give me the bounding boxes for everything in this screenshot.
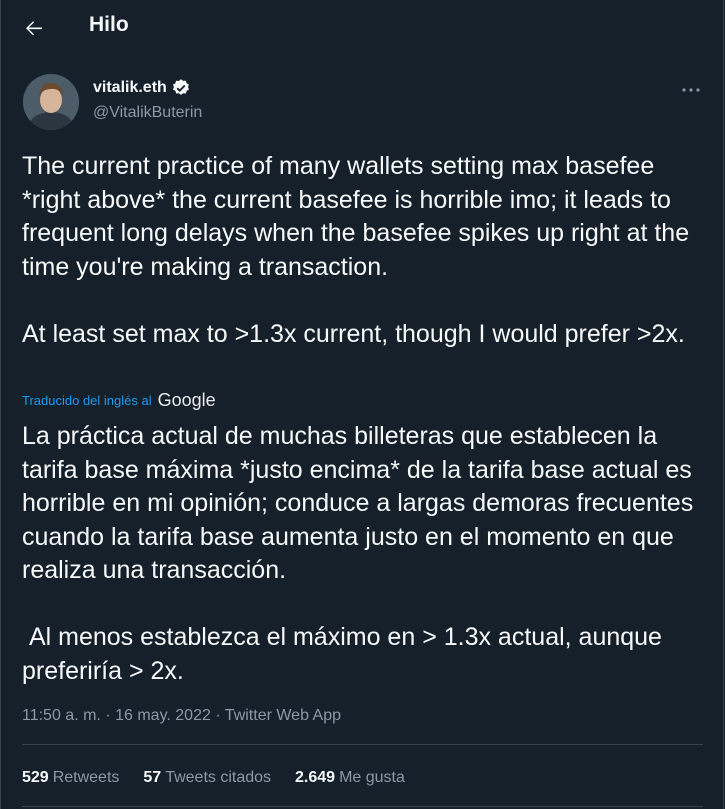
verified-badge-icon [172, 79, 189, 95]
quotes-label: Tweets citados [165, 769, 272, 786]
retweets-label: Retweets [52, 769, 120, 786]
avatar[interactable] [23, 74, 79, 130]
tweet-text: The current practice of many wallets set… [22, 152, 690, 348]
avatar-image [23, 74, 79, 130]
translated-text: La práctica actual de muchas billeteras … [22, 422, 694, 685]
author-handle[interactable]: @VitalikButerin [93, 104, 202, 122]
translated-label[interactable]: Traducido del inglés al [22, 393, 152, 408]
likes-count: 2.649 [295, 769, 336, 786]
divider [22, 806, 703, 807]
back-button[interactable] [22, 16, 46, 40]
likes-label: Me gusta [339, 769, 405, 786]
thread-header: Hilo [0, 0, 725, 53]
page-title: Hilo [89, 13, 129, 36]
meta-separator: · [215, 707, 221, 724]
retweets-count: 529 [22, 769, 49, 786]
tweet-source[interactable]: Twitter Web App [225, 707, 341, 724]
retweets-stat[interactable]: 529 Retweets [22, 769, 119, 787]
left-column-border [0, 0, 1, 809]
tweet-date[interactable]: 16 may. 2022 [115, 707, 211, 724]
meta-separator: · [105, 707, 111, 724]
divider [22, 744, 703, 745]
arrow-left-icon [26, 21, 42, 36]
quotes-count: 57 [143, 769, 162, 786]
tweet-time[interactable]: 11:50 a. m. [22, 707, 101, 724]
quotes-stat[interactable]: 57 Tweets citados [143, 769, 271, 787]
tweet-stats: 529 Retweets 57 Tweets citados 2.649 Me gus… [22, 769, 405, 787]
tweet-meta: 11:50 a. m. · 16 may. 2022 · Twitter Web… [22, 707, 341, 725]
more-dots-icon [682, 88, 700, 92]
author-name[interactable]: vitalik.eth [93, 79, 167, 97]
translation-attribution[interactable]: Traducido del inglés al Google [22, 390, 216, 411]
google-logo: Google [157, 390, 216, 410]
right-column-border [723, 0, 724, 809]
more-options-button[interactable] [679, 80, 703, 100]
likes-stat[interactable]: 2.649 Me gusta [295, 769, 405, 787]
author-name-row[interactable]: vitalik.eth [93, 78, 191, 98]
